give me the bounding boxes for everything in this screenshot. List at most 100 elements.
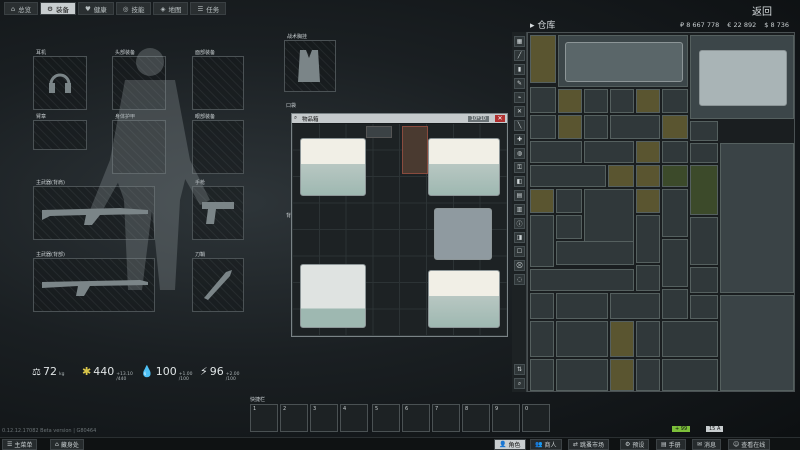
flea-market-button[interactable]: ⇄ 跳蚤市场 [568,439,610,450]
stash-item[interactable] [556,215,582,239]
hotbar-slot-1[interactable]: 1 [250,404,278,432]
stash-item[interactable] [690,165,718,215]
case-item-medical-case[interactable] [300,138,366,196]
filter-mods-icon[interactable]: ✎ [514,78,525,89]
stash-item-case[interactable] [558,35,688,87]
stash-item[interactable] [662,239,688,287]
case-item-briefcase[interactable] [434,208,492,260]
filter-special-icon[interactable]: ◨ [514,232,525,243]
stash-item[interactable] [662,189,688,237]
stash-item[interactable] [530,359,554,391]
stash-item[interactable] [584,115,608,139]
filter-knife-icon[interactable]: ╲ [514,120,525,131]
stash-item[interactable] [690,217,718,265]
stash-item[interactable] [556,359,608,391]
hotbar-slot-9[interactable]: 9 [492,404,520,432]
stash-item[interactable] [662,321,718,357]
filter-containers-icon[interactable]: ▥ [514,204,525,215]
stash-item[interactable] [584,141,634,163]
close-button[interactable]: ✕ [495,115,505,122]
stash-item[interactable] [690,295,718,319]
stash-item-rail[interactable] [530,165,606,187]
filter-quest-icon[interactable]: ☐ [514,246,525,257]
stash-item[interactable] [636,189,660,213]
tab-overview[interactable]: ⌂ 总览 [4,2,39,15]
presets-button[interactable]: ⚙ 预设 [620,439,650,450]
main-menu-button[interactable]: ☰ 主菜单 [2,439,38,450]
stash-item[interactable] [636,359,660,391]
character-button[interactable]: 👤 角色 [494,439,526,450]
stash-item[interactable] [584,89,608,113]
tab-skills[interactable]: ◎ 技能 [115,2,152,15]
stash-item[interactable] [662,115,688,139]
filter-misc-icon[interactable]: ◌ [514,274,525,285]
stash-item[interactable] [530,293,554,319]
filter-keys-icon[interactable]: ⚿ [514,162,525,173]
filter-all-icon[interactable]: ▦ [514,36,525,47]
filter-tools-icon[interactable]: ✕ [514,106,525,117]
case-item-medical-case[interactable] [428,270,500,328]
stash-item-ammo-box[interactable] [530,35,556,83]
item-case-grid[interactable] [292,124,507,336]
filter-medical-icon[interactable]: ✚ [514,134,525,145]
item-case-header[interactable]: ⌕ 物品箱 10*10 ✕ [292,114,507,123]
hotbar-slot-6[interactable]: 6 [402,404,430,432]
case-item-pack[interactable] [402,126,428,174]
stash-item-knife[interactable] [530,141,582,163]
back-button[interactable]: 返回 [752,3,772,18]
stash-item[interactable] [530,189,554,213]
stash-item[interactable] [662,289,688,319]
stash-item[interactable] [690,267,718,293]
stash-item[interactable] [610,89,634,113]
stash-item[interactable] [608,165,634,187]
sort-icon[interactable]: ⇅ [514,364,525,375]
filter-info-icon[interactable]: ⓘ [514,218,525,229]
tab-tasks[interactable]: ☰ 任务 [190,2,227,15]
stash-grid[interactable] [527,32,795,392]
stash-item[interactable] [662,165,688,187]
hotbar-slot-7[interactable]: 7 [432,404,460,432]
stash-item[interactable] [636,215,660,263]
filter-gear-icon[interactable]: ▤ [514,190,525,201]
case-item-small[interactable] [366,126,392,138]
tab-gear[interactable]: ⚙ 装备 [40,2,76,15]
stash-item[interactable] [530,215,554,267]
search-icon[interactable]: ⌕ [514,378,525,389]
stash-item[interactable] [610,321,634,357]
stash-item[interactable] [690,121,718,141]
stash-item[interactable] [636,321,660,357]
stash-item[interactable] [558,89,582,113]
messages-button[interactable]: ✉ 消息 [692,439,722,450]
filter-provisions-icon[interactable]: ◍ [514,148,525,159]
stash-item[interactable] [610,359,634,391]
stash-item-magazine[interactable] [584,189,634,245]
stash-item[interactable] [636,165,660,187]
case-item-ammo-case[interactable] [300,264,366,328]
case-item-medical-case[interactable] [428,138,500,196]
stash-item[interactable] [530,321,554,357]
stash-item[interactable] [556,293,608,319]
stash-item[interactable] [636,265,660,291]
stash-item[interactable] [662,89,688,113]
stash-item[interactable] [662,359,718,391]
hotbar-slot-8[interactable]: 8 [462,404,490,432]
stash-item[interactable] [558,115,582,139]
tab-map[interactable]: ◈ 地图 [153,2,189,15]
stash-item[interactable] [690,143,718,163]
slot-armband[interactable]: 臂章 [33,114,87,150]
hotbar-slot-3[interactable]: 3 [310,404,338,432]
stash-item-stock[interactable] [556,241,634,265]
hotbar-slot-2[interactable]: 2 [280,404,308,432]
stash-item-container[interactable] [690,35,794,119]
stash-item[interactable] [662,141,688,163]
stash-item[interactable] [636,141,660,163]
hideout-button[interactable]: ⌂ 藏身处 [50,439,84,450]
hotbar-slot-0[interactable]: 0 [522,404,550,432]
stash-item[interactable] [556,321,608,357]
filter-ammo-icon[interactable]: ▮ [514,64,525,75]
stash-item-scope[interactable] [610,293,660,319]
filter-barter-icon[interactable]: ◧ [514,176,525,187]
friends-online-button[interactable]: ☺ 查看在线 [728,439,771,450]
stash-item-large-case[interactable] [720,295,794,391]
hotbar-slot-5[interactable]: 5 [372,404,400,432]
